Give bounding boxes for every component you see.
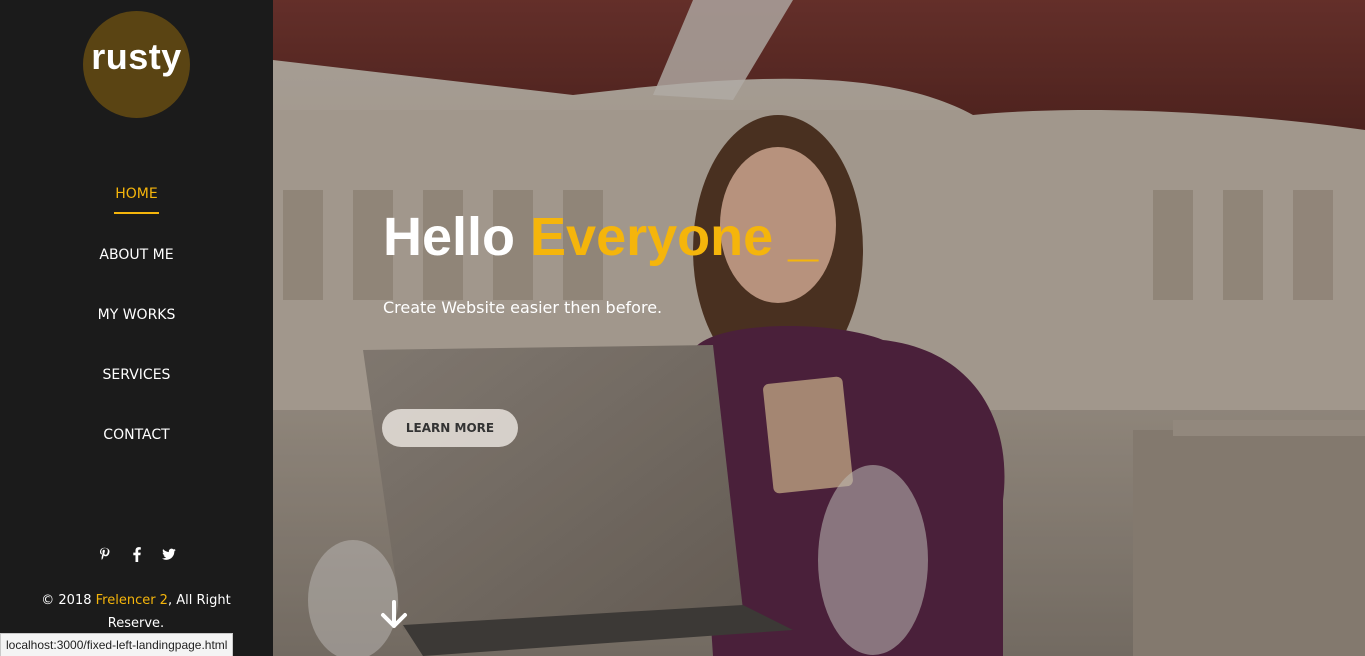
sidebar: rusty HOME ABOUT ME MY WORKS SERVICES CO…: [0, 0, 273, 656]
nav-item-contact[interactable]: CONTACT: [0, 427, 273, 443]
nav-item-home[interactable]: HOME: [0, 186, 273, 202]
copyright: © 2018 Frelencer 2, All Right Reserve.: [36, 589, 236, 635]
copyright-brand-link[interactable]: Frelencer 2: [96, 593, 168, 608]
learn-more-button[interactable]: LEARN MORE: [382, 409, 518, 447]
hero-title-plain: Hello: [383, 207, 531, 267]
hero-section: Hello Everyone _ Create Website easier t…: [273, 0, 1365, 656]
hero-title: Hello Everyone _: [383, 206, 818, 268]
hero-background-photo: [273, 0, 1365, 656]
browser-status-bar: localhost:3000/fixed-left-landingpage.ht…: [0, 633, 234, 656]
nav-item-my-works[interactable]: MY WORKS: [0, 307, 273, 323]
nav-item-services[interactable]: SERVICES: [0, 367, 273, 383]
scroll-down-arrow-icon[interactable]: [380, 600, 408, 630]
facebook-icon[interactable]: [130, 546, 144, 562]
copyright-prefix: © 2018: [41, 593, 96, 608]
logo[interactable]: rusty: [0, 36, 273, 78]
hero-title-accent: Everyone _: [530, 207, 819, 267]
pinterest-icon[interactable]: [98, 546, 112, 562]
social-links: [0, 546, 273, 562]
hero-subtitle: Create Website easier then before.: [383, 298, 663, 317]
nav-item-about-me[interactable]: ABOUT ME: [0, 247, 273, 263]
active-nav-underline: [114, 212, 159, 214]
twitter-icon[interactable]: [161, 546, 176, 562]
page: rusty HOME ABOUT ME MY WORKS SERVICES CO…: [0, 0, 1365, 656]
